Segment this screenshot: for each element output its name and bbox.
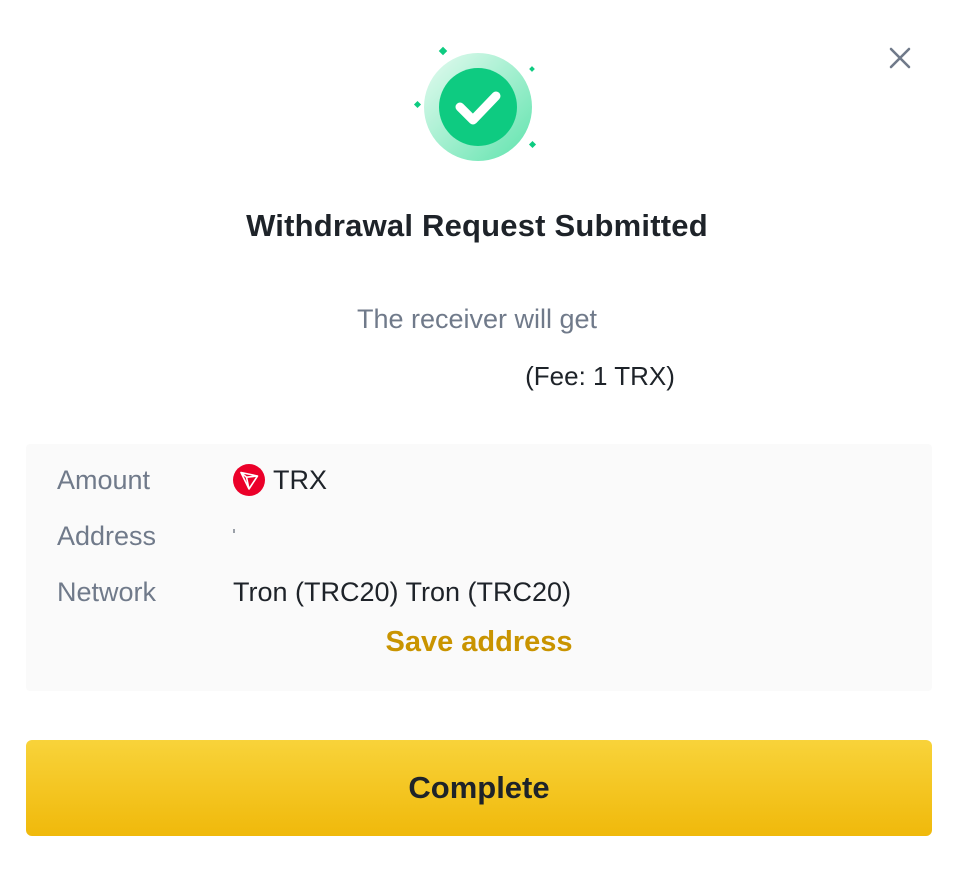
- network-value: Tron (TRC20) Tron (TRC20): [233, 576, 572, 607]
- fee-text: (Fee: 1 TRX): [525, 361, 675, 391]
- details-panel: Amount TRX Address Network Tron (TRC20) …: [26, 444, 932, 691]
- success-badge: [410, 44, 546, 168]
- trx-coin-icon: [233, 464, 265, 496]
- close-icon: [889, 47, 911, 69]
- amount-row: Amount TRX: [57, 462, 327, 498]
- dialog-title: Withdrawal Request Submitted: [246, 208, 708, 243]
- amount-label: Amount: [57, 464, 151, 495]
- close-button[interactable]: [884, 42, 916, 74]
- fee-line: (Fee: 1 TRX): [0, 361, 954, 392]
- check-circle-icon: [413, 46, 537, 161]
- amount-coin: TRX: [273, 464, 327, 495]
- withdrawal-success-dialog: Withdrawal Request Submitted The receive…: [0, 0, 954, 880]
- complete-button[interactable]: Complete: [26, 740, 932, 836]
- address-label: Address: [57, 520, 157, 551]
- address-row: Address: [57, 518, 235, 554]
- save-address-link[interactable]: Save address: [26, 626, 932, 659]
- receiver-label: The receiver will get: [356, 304, 598, 334]
- address-redacted-mark: [233, 529, 235, 533]
- network-label: Network: [57, 576, 157, 607]
- network-row: Network Tron (TRC20) Tron (TRC20): [57, 574, 571, 610]
- amount-value: TRX: [233, 464, 327, 496]
